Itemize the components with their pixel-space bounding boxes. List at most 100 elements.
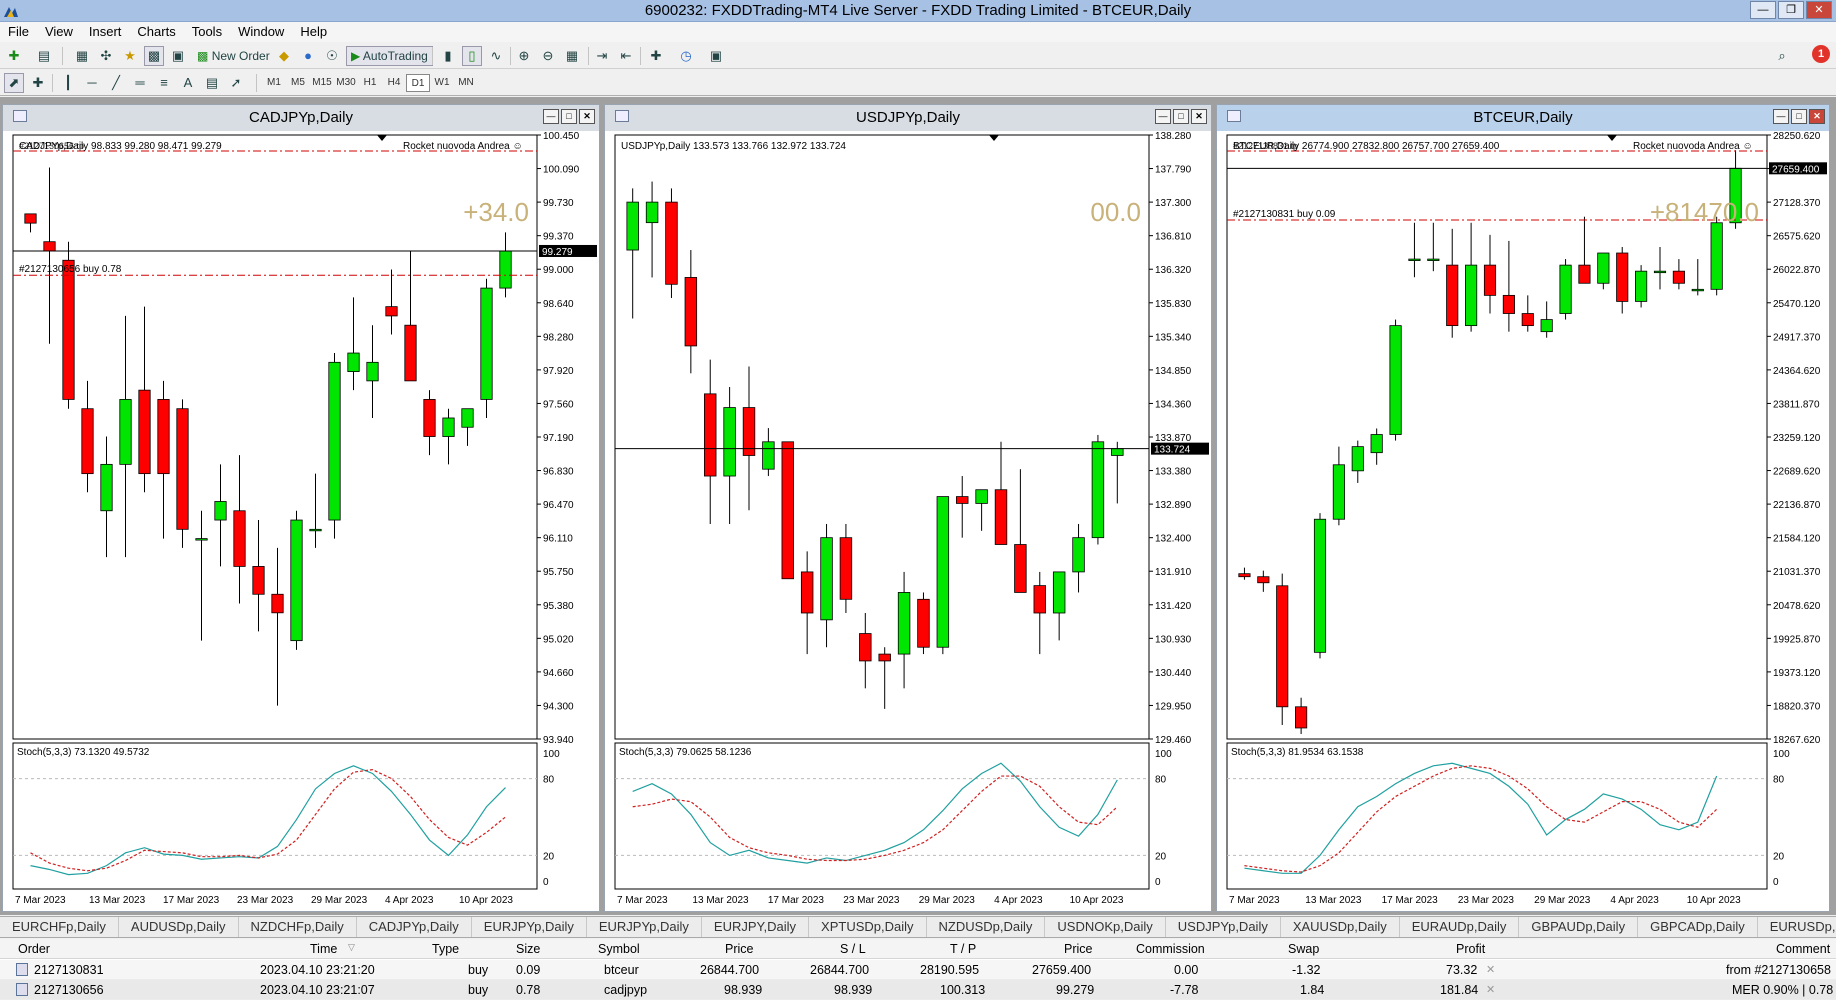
candlestick-chart-icon[interactable]: ▯ xyxy=(462,46,482,66)
minimize-button[interactable]: — xyxy=(1750,1,1776,19)
col-current-price[interactable]: Price xyxy=(1064,942,1092,956)
search-icon[interactable]: ⌕ xyxy=(1772,46,1792,66)
chart-maximize-button[interactable]: □ xyxy=(1791,109,1807,124)
cursor-icon[interactable]: ⬈ xyxy=(4,73,24,93)
timeframe-m15[interactable]: M15 xyxy=(310,74,334,92)
vertical-line-icon[interactable]: ┃ xyxy=(58,73,78,93)
symbol-tab[interactable]: EURCHFp,Daily xyxy=(0,917,119,937)
symbol-tab[interactable]: EURUSDp,H1 xyxy=(1758,917,1836,937)
chart-window-usdjpyp[interactable]: USDJPYp,Daily — □ ✕ 138.280 137.790 137.30… xyxy=(604,104,1212,912)
chart-canvas[interactable]: 138.280 137.790 137.300 136.810 136.320 135.8… xyxy=(605,131,1211,911)
chart-window-titlebar[interactable]: BTCEUR,Daily — □ ✕ xyxy=(1217,105,1829,129)
menu-tools[interactable]: Tools xyxy=(184,22,230,42)
col-tp[interactable]: T / P xyxy=(950,942,976,956)
text-label-icon[interactable]: ▤ xyxy=(202,73,222,93)
symbol-tab[interactable]: GBPCADp,Daily xyxy=(1638,917,1758,937)
chart-window-titlebar[interactable]: USDJPYp,Daily — □ ✕ xyxy=(605,105,1211,129)
market-watch-icon[interactable]: ▦ xyxy=(72,46,92,66)
symbol-tab[interactable]: EURJPYp,Daily xyxy=(472,917,587,937)
symbol-tab[interactable]: GBPAUDp,Daily xyxy=(1519,917,1639,937)
close-order-icon[interactable]: ✕ xyxy=(1486,963,1495,976)
timeframe-w1[interactable]: W1 xyxy=(430,74,454,92)
col-commission[interactable]: Commission xyxy=(1136,942,1205,956)
trendline-icon[interactable]: ╱ xyxy=(106,73,126,93)
chart-canvas[interactable]: 28250.62027697.37027128.37026575.6202602… xyxy=(1217,131,1829,911)
timeframe-h4[interactable]: H4 xyxy=(382,74,406,92)
order-row[interactable]: 2127130831 2023.04.10 23:21:20 buy 0.09 … xyxy=(0,960,1836,980)
menu-help[interactable]: Help xyxy=(292,22,335,42)
autoscroll-icon[interactable]: ⇥ xyxy=(592,46,612,66)
restore-button[interactable]: ❐ xyxy=(1778,1,1804,19)
signals-icon[interactable]: ☉ xyxy=(322,46,342,66)
menu-file[interactable]: File xyxy=(0,22,37,42)
horizontal-line-icon[interactable]: ─ xyxy=(82,73,102,93)
chart-close-button[interactable]: ✕ xyxy=(1191,109,1207,124)
menu-insert[interactable]: Insert xyxy=(81,22,130,42)
symbol-tab[interactable]: EURJPY,Daily xyxy=(702,917,810,937)
chart-minimize-button[interactable]: — xyxy=(543,109,559,124)
metaeditor-icon[interactable]: ◆ xyxy=(274,46,294,66)
order-row[interactable]: 2127130656 2023.04.10 23:21:07 buy 0.78 … xyxy=(0,980,1836,1000)
col-swap[interactable]: Swap xyxy=(1288,942,1319,956)
text-icon[interactable]: A xyxy=(178,73,198,93)
chart-window-titlebar[interactable]: CADJPYp,Daily — □ ✕ xyxy=(3,105,599,129)
col-order[interactable]: Order xyxy=(18,942,50,956)
chart-canvas[interactable]: 100.450 100.090 99.730 99.370 99.000 98.640 98… xyxy=(3,131,599,911)
chart-minimize-button[interactable]: — xyxy=(1155,109,1171,124)
line-chart-icon[interactable]: ∿ xyxy=(486,46,506,66)
symbol-tab[interactable]: EURJPYp,Daily xyxy=(587,917,702,937)
timeframe-m5[interactable]: M5 xyxy=(286,74,310,92)
symbol-tab[interactable]: XAUUSDp,Daily xyxy=(1281,917,1400,937)
timeframe-m1[interactable]: M1 xyxy=(262,74,286,92)
chart-window-cadjpyp[interactable]: CADJPYp,Daily — □ ✕ 100.450 100.090 99.730… xyxy=(2,104,600,912)
timeframe-d1[interactable]: D1 xyxy=(406,74,430,92)
col-size[interactable]: Size xyxy=(516,942,540,956)
strategy-tester-icon[interactable]: ▣ xyxy=(168,46,188,66)
chart-shift-icon[interactable]: ⇤ xyxy=(616,46,636,66)
chart-close-button[interactable]: ✕ xyxy=(1809,109,1825,124)
menu-window[interactable]: Window xyxy=(230,22,292,42)
col-symbol[interactable]: Symbol xyxy=(598,942,640,956)
symbol-tab[interactable]: EURAUDp,Daily xyxy=(1400,917,1520,937)
symbol-tab[interactable]: USDJPYp,Daily xyxy=(1166,917,1281,937)
chart-maximize-button[interactable]: □ xyxy=(1173,109,1189,124)
col-comment[interactable]: Comment xyxy=(1776,942,1830,956)
symbol-tab[interactable]: USDNOKp,Daily xyxy=(1045,917,1166,937)
bar-chart-icon[interactable]: ▮ xyxy=(438,46,458,66)
zoom-out-icon[interactable]: ⊖ xyxy=(538,46,558,66)
symbol-tab[interactable]: NZDUSDp,Daily xyxy=(927,917,1046,937)
timeframe-h1[interactable]: H1 xyxy=(358,74,382,92)
terminal-icon[interactable]: ▩ xyxy=(144,46,164,66)
navigator-icon[interactable]: ★ xyxy=(120,46,140,66)
symbol-tab[interactable]: AUDUSDp,Daily xyxy=(119,917,239,937)
timeframe-m30[interactable]: M30 xyxy=(334,74,358,92)
fibonacci-icon[interactable]: ≡ xyxy=(154,73,174,93)
data-window-icon[interactable]: ✣ xyxy=(96,46,116,66)
symbol-tab[interactable]: CADJPYp,Daily xyxy=(357,917,472,937)
chart-maximize-button[interactable]: □ xyxy=(561,109,577,124)
close-order-icon[interactable]: ✕ xyxy=(1486,983,1495,996)
templates-icon[interactable]: ▣ xyxy=(706,46,726,66)
arrows-icon[interactable]: ➚ xyxy=(226,73,246,93)
symbol-tab[interactable]: XPTUSDp,Daily xyxy=(809,917,927,937)
timeframe-mn[interactable]: MN xyxy=(454,74,478,92)
chart-minimize-button[interactable]: — xyxy=(1773,109,1789,124)
symbol-tab[interactable]: NZDCHFp,Daily xyxy=(239,917,357,937)
new-chart-icon[interactable]: ✚ xyxy=(4,46,24,66)
crosshair-icon[interactable]: ✚ xyxy=(28,73,48,93)
periods-icon[interactable]: ◷ xyxy=(676,46,696,66)
tile-windows-icon[interactable]: ▦ xyxy=(562,46,582,66)
account-icon[interactable]: ● xyxy=(298,46,318,66)
menu-charts[interactable]: Charts xyxy=(129,22,183,42)
notification-badge[interactable]: 1 xyxy=(1812,45,1830,63)
chart-window-btceur[interactable]: BTCEUR,Daily — □ ✕ 28250.62027697.370271… xyxy=(1216,104,1830,912)
col-price[interactable]: Price xyxy=(725,942,753,956)
new-order-button[interactable]: ▩ New Order xyxy=(192,46,275,66)
zoom-in-icon[interactable]: ⊕ xyxy=(514,46,534,66)
chart-close-button[interactable]: ✕ xyxy=(579,109,595,124)
col-type[interactable]: Type xyxy=(432,942,459,956)
menu-view[interactable]: View xyxy=(37,22,81,42)
close-button[interactable]: ✕ xyxy=(1806,1,1832,19)
col-sl[interactable]: S / L xyxy=(840,942,866,956)
equidistant-channel-icon[interactable]: ═ xyxy=(130,73,150,93)
